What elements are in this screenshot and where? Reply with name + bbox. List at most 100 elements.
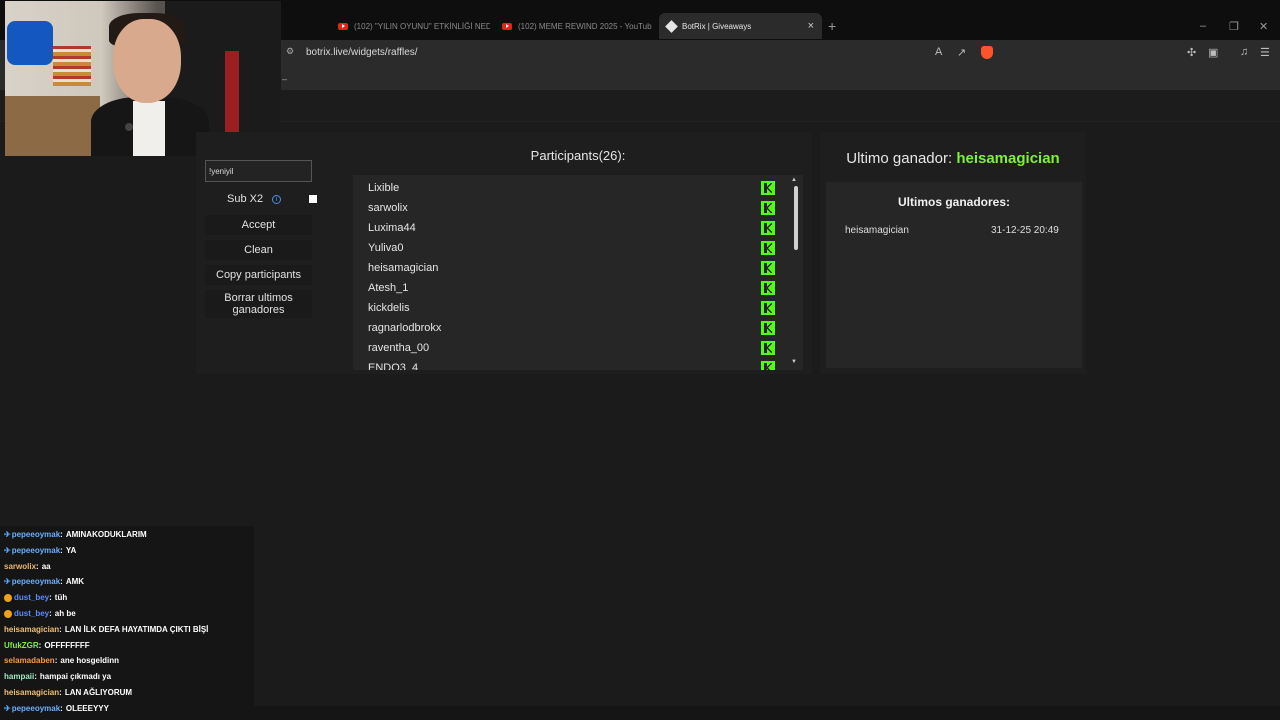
last-winner: Ultimo ganador: heisamagician [820,150,1086,167]
chat-message: ✈ pepeeoymak: OLEEEYYY [4,704,109,713]
scroll-down-arrow[interactable]: ▼ [791,359,797,365]
menu-icon[interactable]: ☰ [1260,46,1270,59]
minimize-button[interactable]: – [1200,20,1206,32]
extensions-icon[interactable]: ✣ [1187,46,1196,59]
chat-separator: : [54,656,58,666]
copy-participants-button[interactable]: Copy participants [205,265,312,285]
sword-badge-icon: ✈ [4,703,11,713]
scroll-up-arrow[interactable]: ▲ [791,177,797,183]
kick-icon [761,361,775,370]
last-winners-box: Ultimos ganadores: heisamagician 31-12-2… [826,182,1082,368]
chat-message: ✈ pepeeoymak: YA [4,546,76,555]
chat-text: OFFFFFFFF [44,640,90,650]
chat-message: dust_bey: ah be [4,609,76,618]
chat-separator: : [60,545,63,555]
media-icon[interactable]: ♫ [1240,46,1248,58]
sub-x2-checkbox[interactable] [309,195,317,203]
participant-name: ENDO3_4 [368,362,419,370]
chat-text: OLEEEYYY [65,703,109,713]
chat-text: ane hosgeldinn [60,656,120,666]
last-winner-date: 31-12-25 20:49 [991,225,1059,236]
kick-icon [761,261,775,275]
chat-separator: : [34,672,37,682]
chat-separator: : [60,530,63,539]
bookmark-item-icon[interactable]: – [282,74,287,84]
last-winner-name: heisamagician [845,225,909,236]
winner-name: heisamagician [956,150,1060,167]
chat-message: ✈ pepeeoymak: AMK [4,577,84,586]
tab-youtube-1[interactable]: (102) "YILIN OYUNU" ETKİNLİĞİ NEDİ [330,13,490,39]
participant-name: raventha_00 [368,342,430,354]
youtube-icon [338,22,348,30]
clear-winners-button[interactable]: Borrar ultimos ganadores [205,290,312,318]
chat-overlay: ✈ pepeeoymak: AMINAKODUKLARIM ✈ pepeeoymak: Y… [0,526,254,720]
sub-x2-row: Sub X2 i [205,191,318,209]
participant-row: Atesh_1 [353,277,803,297]
chat-message: heisamagician: LAN İLK DEFA HAYATIMDA ÇIK… [4,625,208,634]
chat-username: pepeeoymak [11,577,61,587]
chat-message: heisamagician: LAN AĞLIYORUM [4,688,132,697]
chat-text: tüh [54,593,68,603]
participants-title: Participants(26): [530,148,626,163]
participant-name: kickdelis [368,302,410,314]
chat-message: selamadaben: ane hosgeldinn [4,656,119,665]
close-tab-icon[interactable]: × [808,20,814,32]
participant-row: Luxima44 [353,217,803,237]
participant-name: heisamagician [368,262,439,274]
sword-badge-icon: ✈ [4,577,11,587]
participant-name: sarwolix [368,202,408,214]
kick-icon [761,301,775,315]
chat-message: hampaii: hampai çıkmadı ya [4,672,111,681]
chat-username: pepeeoymak [11,530,61,539]
participant-row: Lixible [353,177,803,197]
kick-icon [761,181,775,195]
sword-badge-icon: ✈ [4,545,11,555]
chat-username: hampaii [4,672,35,682]
chat-username: selamadaben [4,656,55,666]
wallet-icon[interactable]: ▣ [1208,46,1218,59]
participant-row: Yuliva0 [353,237,803,257]
new-tab-button[interactable]: + [828,18,836,34]
chat-username: heisamagician [4,624,60,634]
chat-username: UfukZGR [4,640,39,650]
accept-button[interactable]: Accept [205,215,312,235]
chat-separator: : [49,609,52,618]
translate-icon[interactable]: A [935,46,942,58]
chat-text: aa [41,561,51,571]
chat-username: heisamagician [4,688,60,697]
chat-separator: : [59,624,62,634]
chat-text: AMINAKODUKLARIM [65,530,147,539]
clean-button[interactable]: Clean [205,240,312,260]
site-settings-icon[interactable]: ⚙ [286,46,294,57]
scrollbar-thumb[interactable] [794,186,798,250]
kick-icon [761,241,775,255]
chat-separator: : [59,688,62,697]
info-icon[interactable]: i [272,195,281,204]
raffle-command-input[interactable] [205,160,312,182]
chat-separator: : [49,593,52,603]
tab-title: (102) MEME REWIND 2025 - YouTub [518,21,652,31]
share-icon[interactable]: ↗ [957,46,966,59]
url-field[interactable]: botrix.live/widgets/raffles/ [306,47,418,58]
restore-button[interactable]: ❐ [1229,20,1239,33]
chat-username: pepeeoymak [11,703,61,713]
participants-list[interactable]: Lixible sarwolix Luxima44 Yuliva0 heisamagic… [353,175,803,370]
participant-name: Luxima44 [368,222,416,234]
participant-name: Yuliva0 [368,242,404,254]
screen: (102) "YILIN OYUNU" ETKİNLİĞİ NEDİ (102)… [0,0,1280,720]
botrix-icon [665,19,678,33]
kick-icon [761,201,775,215]
chat-text: YA [65,545,77,555]
chat-text: ah be [54,609,76,618]
tab-youtube-2[interactable]: (102) MEME REWIND 2025 - YouTub [494,13,654,39]
chat-separator: : [60,703,63,713]
coin-badge-icon [4,609,12,618]
coin-badge-icon [4,593,12,602]
participant-row: ragnarlodbrokx [353,317,803,337]
chat-message: UfukZGR: OFFFFFFFF [4,641,90,650]
chat-username: sarwolix [4,561,37,571]
tab-botrix-giveaways[interactable]: BotRix | Giveaways × [659,13,822,39]
brave-shield-icon[interactable] [981,46,993,59]
youtube-icon [502,22,512,30]
close-window-button[interactable]: ✕ [1259,20,1268,33]
